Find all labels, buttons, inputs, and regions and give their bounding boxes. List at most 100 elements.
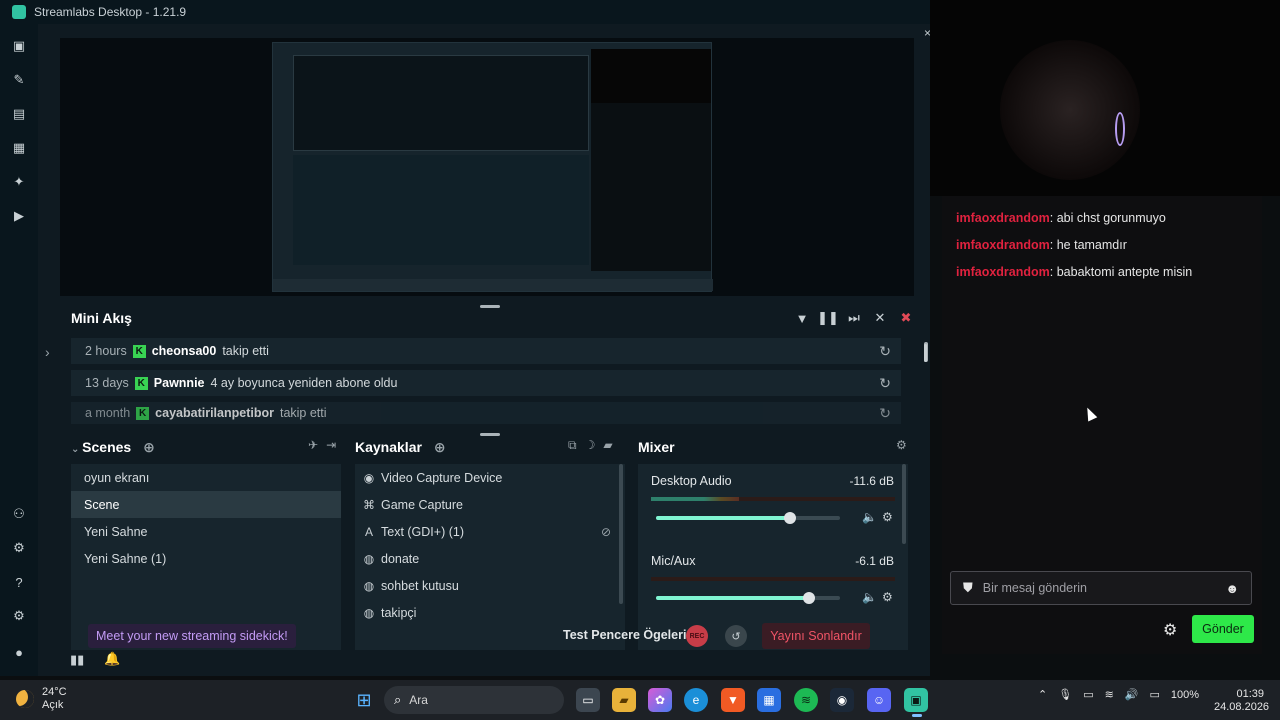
- group-icon[interactable]: ⧉: [568, 438, 577, 453]
- mute-sources-icon[interactable]: ☽: [585, 438, 596, 453]
- play-icon[interactable]: ▶: [11, 208, 27, 224]
- battery-saver-icon[interactable]: ▭: [1083, 688, 1093, 701]
- pause-icon[interactable]: ❚❚: [817, 310, 839, 326]
- chat-message: imfaoxdrandom: he tamamdır: [956, 238, 1127, 252]
- editor-icon[interactable]: ▣: [11, 38, 27, 54]
- mixer-channel-name: Mic/Aux: [651, 554, 696, 568]
- source-item[interactable]: ◉ Video Capture Device: [363, 464, 619, 491]
- mute-alerts-icon[interactable]: ✕: [872, 310, 888, 326]
- volume-slider[interactable]: [656, 592, 840, 604]
- copilot-icon[interactable]: ✿: [648, 688, 672, 712]
- folder-icon[interactable]: ▰: [603, 438, 612, 453]
- speaker-icon[interactable]: 🔈: [862, 510, 877, 524]
- gear-icon[interactable]: ⚙: [882, 510, 893, 524]
- spotify-icon[interactable]: ≋: [794, 688, 818, 712]
- steam-icon[interactable]: ◉: [830, 688, 854, 712]
- source-item[interactable]: ◍ sohbet kutusu: [363, 572, 619, 599]
- kick-icon: K: [134, 376, 148, 390]
- end-stream-button[interactable]: Yayını Sonlandır: [762, 623, 870, 649]
- scene-item[interactable]: Scene: [71, 491, 341, 518]
- mixer-scrollbar[interactable]: [902, 464, 906, 544]
- skip-icon[interactable]: ⏭: [846, 310, 862, 326]
- hidden-eye-icon[interactable]: ⊘: [601, 525, 611, 539]
- test-widgets-button[interactable]: Test Pencere Ögeleri: [563, 628, 686, 642]
- kick-icon: K: [132, 344, 146, 358]
- sources-scrollbar[interactable]: [619, 464, 623, 604]
- speaker-icon[interactable]: 🔈: [862, 590, 877, 604]
- settings-icon[interactable]: ⚙: [11, 608, 27, 624]
- profile-icon[interactable]: ●: [11, 644, 27, 660]
- sources-title: Kaynaklar ⊕: [355, 439, 446, 455]
- replay-icon[interactable]: ↻: [879, 405, 891, 422]
- mixer-channel-name: Desktop Audio: [651, 474, 732, 488]
- preview-chat: [591, 103, 711, 271]
- scene-item[interactable]: Yeni Sahne (1): [71, 545, 341, 572]
- record-button[interactable]: REC: [686, 625, 708, 647]
- themes-icon[interactable]: ✎: [11, 72, 27, 88]
- tools-icon[interactable]: ⚙: [11, 540, 27, 556]
- text-icon: A: [364, 524, 373, 539]
- notification-bell-icon[interactable]: 🔔: [104, 651, 120, 667]
- brave-icon[interactable]: ▼: [721, 688, 745, 712]
- chat-input[interactable]: ⛊ Bir mesaj gönderin ☻: [950, 571, 1252, 605]
- source-item[interactable]: ⌘ Game Capture: [363, 491, 619, 518]
- stream-preview[interactable]: [60, 38, 914, 296]
- dashboard-icon[interactable]: ⚇: [11, 506, 27, 522]
- library-icon[interactable]: ▦: [11, 140, 27, 156]
- store-icon[interactable]: ▤: [11, 106, 27, 122]
- task-view-icon[interactable]: ▭: [576, 688, 600, 712]
- scenes-title: ⌄ Scenes ⊕: [71, 439, 155, 455]
- gear-icon[interactable]: ⚙: [896, 438, 907, 452]
- microphone-icon[interactable]: 🎙: [1058, 688, 1072, 701]
- edge-icon[interactable]: e: [684, 688, 708, 712]
- webcam-view: [930, 0, 1280, 196]
- resize-handle-bottom[interactable]: [480, 433, 500, 436]
- emoji-icon[interactable]: ☻: [1225, 581, 1239, 596]
- wifi-icon[interactable]: ≋: [1105, 688, 1114, 701]
- scene-item[interactable]: oyun ekranı: [71, 464, 341, 491]
- resize-handle-top[interactable]: [480, 305, 500, 308]
- add-source-icon[interactable]: ⊕: [434, 439, 446, 455]
- transition-icon[interactable]: ✈: [308, 438, 318, 452]
- effects-icon[interactable]: ✦: [11, 174, 27, 190]
- collapse-icon[interactable]: ⇥: [326, 438, 336, 452]
- discord-icon[interactable]: ☺: [867, 688, 891, 712]
- mixer-channel-db: -6.1 dB: [855, 554, 894, 568]
- weather-widget[interactable]: 24°C Açık: [16, 686, 67, 712]
- send-button[interactable]: Gönder: [1192, 615, 1254, 643]
- scene-item[interactable]: Yeni Sahne: [71, 518, 341, 545]
- filter-icon[interactable]: ▼: [794, 310, 810, 326]
- panel-resize-handle[interactable]: [924, 344, 927, 362]
- history-icon: ↺: [731, 630, 741, 643]
- source-item[interactable]: ◍ donate: [363, 545, 619, 572]
- mute-sound-icon[interactable]: ✖: [898, 310, 914, 326]
- volume-icon[interactable]: 🔊: [1125, 688, 1139, 701]
- taskbar-clock[interactable]: 01:39 24.08.2026: [1214, 688, 1269, 714]
- gamepad-icon: ⌘: [363, 497, 375, 512]
- chevron-right-icon[interactable]: ›: [45, 344, 50, 360]
- stats-icon[interactable]: ▮▮: [70, 652, 84, 668]
- windows-start-icon[interactable]: ⊞: [352, 688, 376, 712]
- replay-icon[interactable]: ↻: [879, 343, 891, 360]
- globe-icon: ◍: [363, 605, 375, 620]
- replay-icon[interactable]: ↻: [879, 375, 891, 392]
- chat-settings-gear-icon[interactable]: ⚙: [1163, 620, 1177, 640]
- store-app-icon[interactable]: ▦: [757, 688, 781, 712]
- streamlabs-taskbar-icon[interactable]: ▣: [904, 688, 928, 712]
- replay-buffer-button[interactable]: ↺: [725, 625, 747, 647]
- streamlabs-logo-icon: [12, 5, 26, 19]
- file-explorer-icon[interactable]: ▰: [612, 688, 636, 712]
- chevron-down-icon[interactable]: ⌄: [71, 444, 82, 455]
- chevron-up-icon[interactable]: ⌃: [1038, 688, 1047, 701]
- help-icon[interactable]: ?: [11, 574, 27, 590]
- shield-icon[interactable]: ⛊: [963, 580, 973, 596]
- battery-icon[interactable]: ▭: [1150, 688, 1160, 701]
- taskbar-search[interactable]: ⌕ Ara: [384, 686, 564, 714]
- volume-slider[interactable]: [656, 512, 840, 524]
- chat-message: imfaoxdrandom: babaktomi antepte misin: [956, 265, 1193, 279]
- gear-icon[interactable]: ⚙: [882, 590, 893, 604]
- source-item[interactable]: A Text (GDI+) (1) ⊘: [363, 518, 619, 545]
- source-item[interactable]: ◍ takipçi: [363, 599, 619, 626]
- sidekick-banner[interactable]: Meet your new streaming sidekick!: [88, 624, 296, 648]
- add-scene-icon[interactable]: ⊕: [143, 439, 155, 455]
